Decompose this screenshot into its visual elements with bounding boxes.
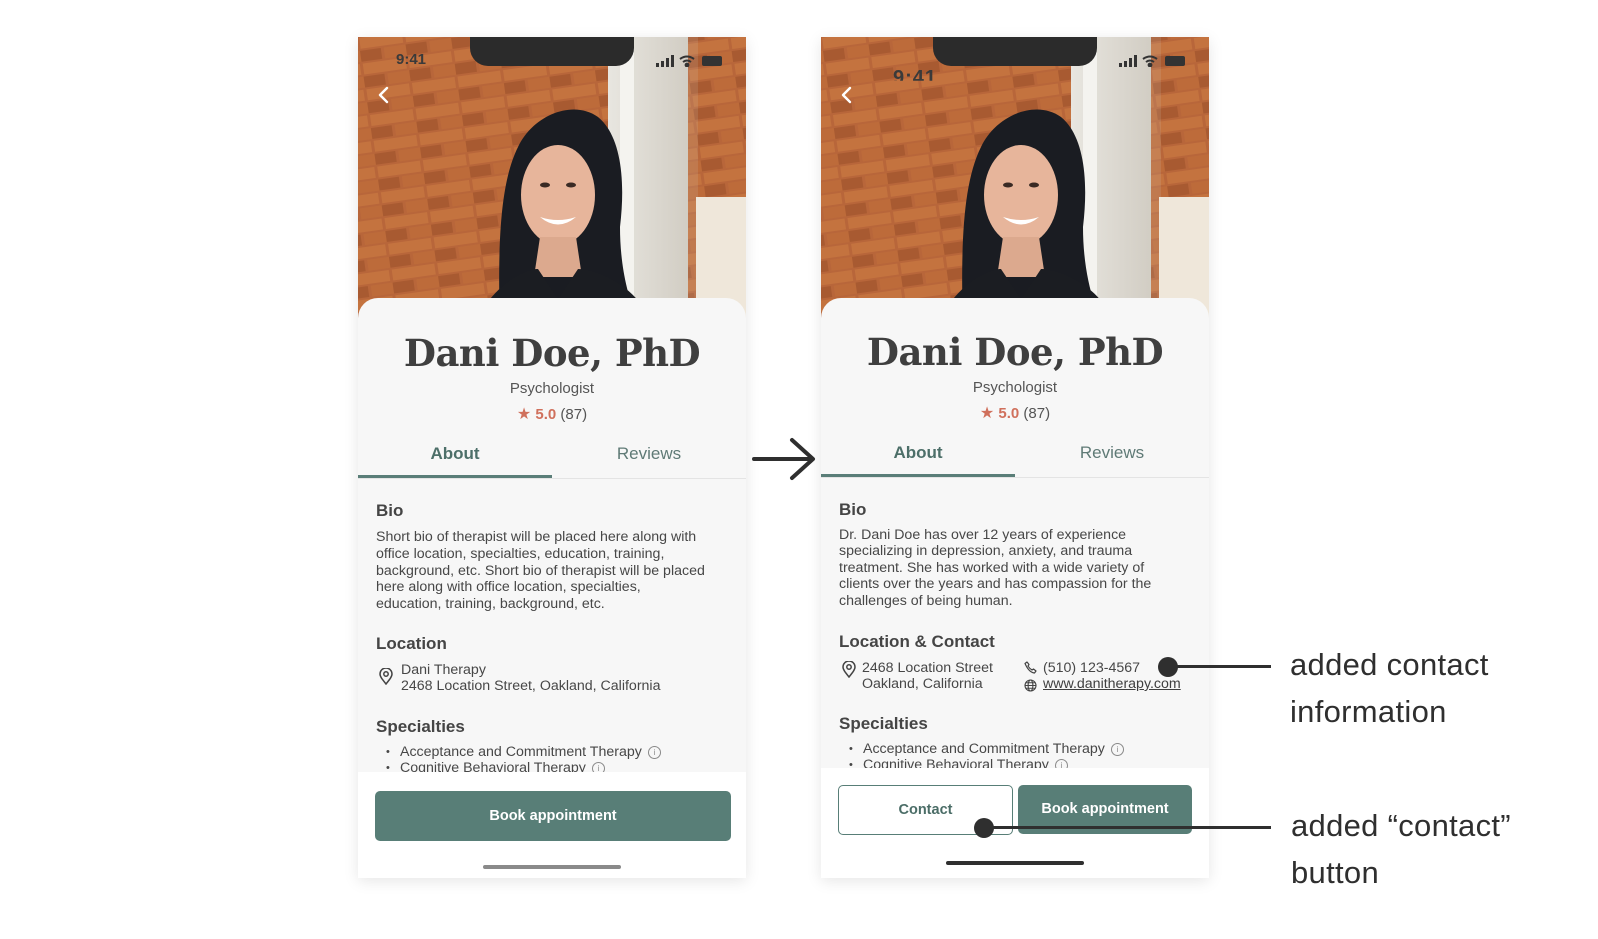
home-indicator bbox=[483, 865, 621, 869]
globe-icon bbox=[1024, 679, 1037, 692]
arrow-right-icon bbox=[752, 438, 815, 480]
annotation-line-contact-info bbox=[1168, 665, 1271, 668]
battery-icon bbox=[1165, 56, 1185, 66]
specialties-title: Specialties bbox=[839, 714, 928, 733]
therapist-name: Dani Doe, PhD bbox=[866, 330, 1164, 374]
bio-line: office location, specialties, education,… bbox=[376, 545, 665, 562]
location-address: 2468 Location Street, Oakland, Californi… bbox=[401, 678, 661, 695]
list-item: Acceptance and Commitment Therapy i bbox=[386, 744, 661, 760]
back-chevron-icon[interactable] bbox=[374, 85, 394, 105]
bio-title: Bio bbox=[376, 501, 404, 520]
annotation-line: added contact bbox=[1290, 647, 1489, 682]
annotation-contact-info: added contact information bbox=[1290, 641, 1489, 735]
address-line-1: 2468 Location Street bbox=[862, 660, 993, 676]
annotation-line-contact-button bbox=[984, 826, 1271, 829]
annotation-line: information bbox=[1290, 694, 1447, 729]
tab-reviews[interactable]: Reviews bbox=[1015, 439, 1209, 477]
location-title: Location bbox=[376, 634, 447, 653]
rating-count: (87) bbox=[560, 406, 588, 423]
tab-about[interactable]: About bbox=[358, 440, 552, 478]
bio-line: background, etc. Short bio of therapist … bbox=[376, 562, 705, 579]
back-chevron-icon[interactable] bbox=[837, 85, 857, 105]
status-icons bbox=[1119, 55, 1185, 67]
phone-number[interactable]: (510) 123-4567 bbox=[1043, 660, 1140, 676]
profile-tabs: About Reviews bbox=[821, 439, 1209, 478]
therapist-photo bbox=[821, 37, 1209, 337]
rating-count: (87) bbox=[1023, 405, 1051, 422]
camera-notch bbox=[933, 37, 1097, 66]
camera-notch bbox=[470, 37, 634, 66]
therapist-profession: Psychologist bbox=[972, 379, 1058, 396]
signal-icon bbox=[1119, 55, 1137, 67]
bio-line: Short bio of therapist will be placed he… bbox=[376, 529, 697, 545]
info-icon[interactable]: i bbox=[647, 746, 661, 759]
phone-after: 9:41 Dani Doe, PhD Psychologist ★ 5.0 (8… bbox=[821, 37, 1209, 878]
status-time: 9:41 bbox=[396, 51, 427, 68]
home-indicator bbox=[946, 861, 1084, 865]
website-link[interactable]: www.danitherapy.com bbox=[1043, 676, 1181, 692]
rating: ★ 5.0 (87) bbox=[821, 403, 1209, 423]
bio-line: challenges of being human. bbox=[839, 592, 1013, 609]
annotation-line: added “contact” bbox=[1291, 808, 1511, 843]
therapist-photo bbox=[358, 37, 746, 337]
address: 2468 Location Street Oakland, California bbox=[862, 660, 993, 692]
bio-line: specializing in depression, anxiety, and… bbox=[839, 543, 1133, 560]
location-info: Dani Therapy 2468 Location Street, Oakla… bbox=[401, 662, 660, 694]
phone-icon bbox=[1024, 661, 1037, 674]
bio-text: Short bio of therapist will be placed he… bbox=[376, 529, 736, 613]
status-icons bbox=[656, 55, 722, 67]
star-icon: ★ bbox=[516, 406, 532, 423]
tab-about[interactable]: About bbox=[821, 439, 1015, 477]
specialty-label: Acceptance and Commitment Therapy bbox=[863, 741, 1105, 757]
star-icon: ★ bbox=[979, 405, 995, 422]
location-name: Dani Therapy bbox=[401, 662, 486, 678]
address-line-2: Oakland, California bbox=[862, 676, 983, 693]
list-item: Acceptance and Commitment Therapy i bbox=[849, 741, 1124, 757]
profile-tabs: About Reviews bbox=[358, 440, 746, 479]
tab-reviews[interactable]: Reviews bbox=[552, 440, 746, 478]
rating-score: 5.0 bbox=[998, 405, 1020, 422]
therapist-profession: Psychologist bbox=[509, 380, 595, 397]
wifi-icon bbox=[679, 55, 695, 67]
bio-line: clients over the years and has compassio… bbox=[839, 576, 1152, 593]
specialty-label: Acceptance and Commitment Therapy bbox=[400, 744, 642, 760]
bio-line: Dr. Dani Doe has over 12 years of experi… bbox=[839, 527, 1127, 543]
bio-text: Dr. Dani Doe has over 12 years of experi… bbox=[839, 527, 1199, 609]
bio-line: education, training, background, etc. bbox=[376, 596, 605, 613]
map-pin-icon bbox=[379, 668, 393, 685]
bio-line: here along with office location, special… bbox=[376, 579, 641, 596]
rating-score: 5.0 bbox=[535, 406, 557, 423]
bottom-action-bar: Contact Book appointment bbox=[821, 768, 1209, 878]
annotation-line: button bbox=[1291, 855, 1379, 890]
specialties-title: Specialties bbox=[376, 717, 465, 736]
bottom-action-bar: Book appointment bbox=[358, 772, 746, 878]
annotation-contact-button: added “contact” button bbox=[1291, 802, 1511, 896]
therapist-name: Dani Doe, PhD bbox=[403, 331, 701, 375]
map-pin-icon bbox=[842, 661, 856, 678]
phone-before: 9:41 Dani Doe, PhD Psychologist ★ 5.0 (8… bbox=[358, 37, 746, 878]
info-icon[interactable]: i bbox=[1110, 743, 1124, 756]
bio-title: Bio bbox=[839, 500, 867, 519]
wifi-icon bbox=[1142, 55, 1158, 67]
battery-icon bbox=[702, 56, 722, 66]
signal-icon bbox=[656, 55, 674, 67]
rating: ★ 5.0 (87) bbox=[358, 404, 746, 424]
bio-line: treatment. She has worked with a wide va… bbox=[839, 559, 1145, 576]
location-contact-title: Location & Contact bbox=[839, 632, 995, 651]
book-appointment-button[interactable]: Book appointment bbox=[375, 791, 731, 841]
